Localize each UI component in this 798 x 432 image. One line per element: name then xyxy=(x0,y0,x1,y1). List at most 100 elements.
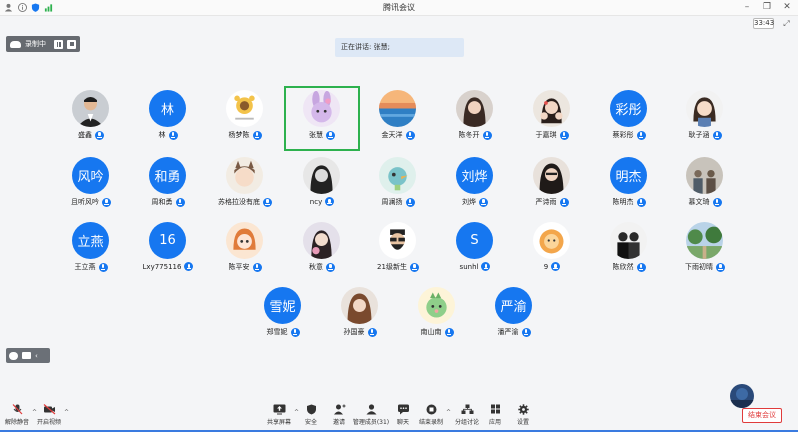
mic-icon xyxy=(325,197,335,206)
participant-name: 下雨初晴 xyxy=(685,263,713,271)
participant-tile[interactable]: ncy xyxy=(284,155,360,219)
participant-tile[interactable]: 于嘉琪 xyxy=(514,88,590,152)
mic-icon xyxy=(551,262,561,271)
participant-avatar: S xyxy=(456,222,493,259)
participant-name-row: ncy xyxy=(284,197,360,206)
participant-name: ncy xyxy=(309,197,323,206)
participant-avatar xyxy=(379,157,416,194)
participant-name-row: 严诗雨 xyxy=(514,197,590,207)
participant-tile[interactable]: 雪妮 郑雪妮 xyxy=(245,285,321,349)
chevron-left-icon[interactable]: ‹ xyxy=(35,352,38,360)
chevron-up-icon[interactable]: ^ xyxy=(64,409,69,416)
keyboard-icon[interactable] xyxy=(22,352,31,359)
participant-name-row: 张慧 xyxy=(284,130,360,140)
chat-bubble-icon[interactable] xyxy=(9,351,18,360)
participant-tile[interactable]: 周澜扬 xyxy=(360,155,436,219)
participant-name: 陈欣然 xyxy=(612,263,634,271)
participant-tile[interactable]: 林林 xyxy=(130,88,206,152)
participant-tile[interactable]: 慕文琦 xyxy=(667,155,743,219)
participant-name-row: 耿子涵 xyxy=(667,130,743,140)
participant-tile[interactable]: 严诗雨 xyxy=(514,155,590,219)
participant-tile[interactable]: 陈平安 xyxy=(207,220,283,284)
participant-avatar: 林 xyxy=(149,90,186,127)
participant-tile[interactable]: 陈冬开 xyxy=(437,88,513,152)
participant-tile[interactable]: 南山南 xyxy=(399,285,475,349)
participant-name: 郑雪妮 xyxy=(266,328,288,336)
participant-name: 张慧 xyxy=(309,131,323,139)
participant-tile[interactable]: 和勇 周和勇 xyxy=(130,155,206,219)
mic-icon xyxy=(712,130,722,140)
mic-icon xyxy=(367,327,377,337)
stop-recording-button[interactable]: 结束录制 ^ xyxy=(414,402,451,430)
settings-button[interactable]: 设置 xyxy=(506,402,540,430)
fullscreen-icon[interactable]: ⤢ xyxy=(781,18,792,29)
share-screen-button[interactable]: 共享屏幕 ^ xyxy=(262,402,299,430)
participant-tile[interactable]: 彩彤 蔡彩彤 xyxy=(591,88,667,152)
participant-tile[interactable]: 张慧 xyxy=(284,88,360,152)
end-meeting-button[interactable]: 结束会议 xyxy=(742,408,782,423)
participant-tile[interactable]: 下雨初晴 xyxy=(667,220,743,284)
chat-icon xyxy=(397,404,410,415)
participant-tile[interactable]: 金天洋 xyxy=(360,88,436,152)
participant-tile[interactable]: 盛鑫 xyxy=(53,88,129,152)
participant-tile[interactable]: 孙国豪 xyxy=(322,285,398,349)
members-icon xyxy=(365,404,378,415)
participant-avatar xyxy=(456,90,493,127)
mic-icon xyxy=(290,327,300,337)
participant-avatar xyxy=(379,90,416,127)
participant-name-row: 陈欣然 xyxy=(591,262,667,272)
mic-icon xyxy=(405,197,415,207)
mute-button[interactable]: 解除静音 ^ xyxy=(0,402,37,430)
participant-name: 21级新生 xyxy=(377,263,407,271)
participant-name-row: 南山南 xyxy=(399,327,475,337)
participant-tile[interactable]: 秋意 xyxy=(284,220,360,284)
video-button[interactable]: 开启视频 ^ xyxy=(32,402,69,430)
participant-name: 陈冬开 xyxy=(458,131,480,139)
mic-icon xyxy=(559,130,569,140)
participant-avatar: 16 xyxy=(149,222,186,259)
participant-avatar: 严渝 xyxy=(495,287,532,324)
participant-tile[interactable]: 陈欣然 xyxy=(591,220,667,284)
minimize-button[interactable]: – xyxy=(741,2,753,13)
members-button[interactable]: 管理成员(31) xyxy=(352,402,390,430)
participant-tile[interactable]: 明杰 陈明杰 xyxy=(591,155,667,219)
participant-name: 陈明杰 xyxy=(612,198,634,206)
participant-tile[interactable]: 21级新生 xyxy=(360,220,436,284)
invite-button[interactable]: 邀请 xyxy=(322,402,356,430)
close-button[interactable]: ✕ xyxy=(781,2,793,13)
participant-tile[interactable]: 立燕 王立燕 xyxy=(53,220,129,284)
participant-name: 9 xyxy=(543,262,549,271)
participant-tile[interactable]: 苏格拉没有底 xyxy=(207,155,283,219)
participant-avatar xyxy=(533,157,570,194)
participant-name: 耿子涵 xyxy=(688,131,710,139)
participant-tile[interactable]: 严渝 潘严渝 xyxy=(476,285,552,349)
mic-icon xyxy=(175,197,185,207)
participant-name: 王立燕 xyxy=(74,263,96,271)
mic-icon xyxy=(409,262,419,272)
participant-name-row: 苏格拉没有底 xyxy=(207,197,283,207)
participant-tile[interactable]: 9 xyxy=(514,220,590,284)
apps-grid-icon xyxy=(489,404,502,415)
participant-avatar xyxy=(303,90,340,127)
stop-icon[interactable] xyxy=(67,39,76,49)
pause-icon[interactable] xyxy=(54,39,63,49)
participant-tile[interactable]: 杨梦陈 xyxy=(207,88,283,152)
participant-avatar xyxy=(341,287,378,324)
mic-icon xyxy=(559,197,569,207)
participant-avatar xyxy=(303,157,340,194)
participant-tile[interactable]: 耿子涵 xyxy=(667,88,743,152)
chat-minibar[interactable]: ‹ xyxy=(6,348,50,363)
restore-button[interactable]: ❐ xyxy=(761,2,773,13)
participant-tile[interactable]: 16 Lxy775116 xyxy=(130,220,206,284)
recording-label: 录制中 xyxy=(25,40,46,48)
participant-tile[interactable]: Ssunhl xyxy=(437,220,513,284)
participant-name-row: 周澜扬 xyxy=(360,197,436,207)
participant-name-row: sunhl xyxy=(437,262,513,271)
participant-name: 潘严渝 xyxy=(497,328,519,336)
participant-name: 金天洋 xyxy=(381,131,403,139)
mic-icon xyxy=(636,197,646,207)
participant-name-row: 刘烨 xyxy=(437,197,513,207)
participant-avatar: 刘烨 xyxy=(456,157,493,194)
participant-tile[interactable]: 风吟 且听风吟 xyxy=(53,155,129,219)
participant-tile[interactable]: 刘烨 刘烨 xyxy=(437,155,513,219)
